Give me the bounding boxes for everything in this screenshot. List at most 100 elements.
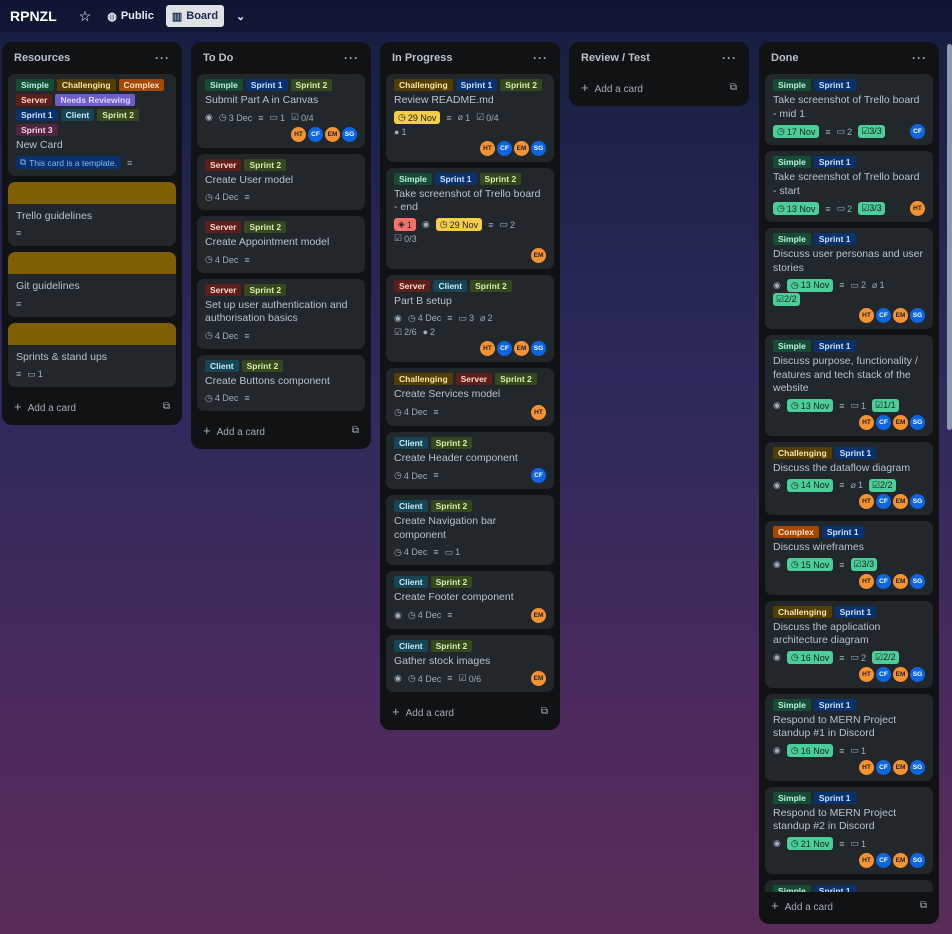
card-discuss-purpose[interactable]: Simple Sprint 1 Discuss purpose, function…: [765, 335, 933, 436]
avatar[interactable]: SG: [531, 140, 546, 156]
card-partial[interactable]: Simple Sprint 1: [765, 879, 933, 892]
avatar[interactable]: CF: [531, 468, 546, 483]
avatar[interactable]: HT: [859, 494, 874, 509]
list-menu-icon[interactable]: ···: [722, 51, 737, 65]
avatar[interactable]: SG: [910, 308, 925, 323]
list-menu-icon[interactable]: ···: [912, 51, 927, 65]
list-title[interactable]: To Do: [203, 52, 233, 64]
card-services-model[interactable]: Challenging Server Sprint 2 Create Service…: [386, 368, 554, 426]
add-card-button[interactable]: + Add a card ⧉: [8, 393, 176, 419]
avatar[interactable]: EM: [893, 759, 908, 775]
avatar[interactable]: HT: [910, 201, 925, 216]
avatar[interactable]: CF: [876, 494, 891, 509]
avatar[interactable]: HT: [291, 126, 306, 142]
avatar[interactable]: EM: [514, 341, 529, 356]
avatar[interactable]: HT: [859, 308, 874, 323]
template-icon[interactable]: ⧉: [352, 425, 359, 436]
list-title[interactable]: Review / Test: [581, 52, 650, 64]
card-screenshot-end[interactable]: Simple Sprint 1 Sprint 2 Take screenshot o…: [386, 167, 554, 269]
template-icon[interactable]: ⧉: [920, 900, 927, 911]
template-icon[interactable]: ⧉: [163, 401, 170, 412]
card-part-b-setup[interactable]: Server Client Sprint 2 Part B setup ◉ ◷ 4 De…: [386, 274, 554, 362]
add-card-button[interactable]: + Add a card ⧉: [575, 74, 743, 100]
avatar[interactable]: HT: [480, 341, 495, 356]
board-name[interactable]: RPNZL: [10, 8, 57, 24]
board-view-button[interactable]: ▥ Board: [165, 5, 225, 27]
card-standup-1[interactable]: Simple Sprint 1 Respond to MERN Project s…: [765, 693, 933, 781]
card-architecture-diagram[interactable]: Challenging Sprint 1 Discuss the applicat…: [765, 600, 933, 688]
card-buttons-component[interactable]: Client Sprint 2 Create Buttons component …: [197, 354, 365, 411]
avatar[interactable]: HT: [531, 404, 546, 420]
card-trello-guidelines[interactable]: Trello guidelines ≡: [8, 181, 176, 246]
card-screenshot-start[interactable]: Simple Sprint 1 Take screenshot of Trello…: [765, 151, 933, 222]
avatar[interactable]: CF: [876, 852, 891, 868]
card-header-component[interactable]: Client Sprint 2 Create Header component ◷…: [386, 431, 554, 489]
list-menu-icon[interactable]: ···: [155, 51, 170, 65]
avatar[interactable]: HT: [480, 140, 495, 156]
card-screenshot-mid[interactable]: Simple Sprint 1 Take screenshot of Trello…: [765, 74, 933, 145]
avatar[interactable]: EM: [893, 573, 908, 589]
list-menu-icon[interactable]: ···: [344, 51, 359, 65]
avatar[interactable]: SG: [342, 126, 357, 142]
card-standup-2[interactable]: Simple Sprint 1 Respond to MERN Project s…: [765, 786, 933, 874]
card-wireframes[interactable]: Complex Sprint 1 Discuss wireframes ◉ ◷ 15 …: [765, 521, 933, 595]
avatar[interactable]: HT: [859, 573, 874, 589]
card-create-appointment-model[interactable]: Server Sprint 2 Create Appointment model …: [197, 216, 365, 273]
list-menu-icon[interactable]: ···: [533, 51, 548, 65]
avatar[interactable]: SG: [531, 341, 546, 356]
avatar[interactable]: SG: [910, 759, 925, 775]
avatar[interactable]: CF: [876, 308, 891, 323]
avatar[interactable]: SG: [910, 494, 925, 509]
avatar[interactable]: CF: [876, 759, 891, 775]
card-dataflow-diagram[interactable]: Challenging Sprint 1 Discuss the dataflow…: [765, 441, 933, 515]
avatar[interactable]: CF: [876, 414, 891, 430]
avatar[interactable]: SG: [910, 573, 925, 589]
avatar[interactable]: EM: [893, 308, 908, 323]
card-new-card[interactable]: Simple Challenging Complex Server Needs …: [8, 74, 176, 176]
avatar[interactable]: EM: [514, 140, 529, 156]
avatar[interactable]: SG: [910, 852, 925, 868]
card-user-personas[interactable]: Simple Sprint 1 Discuss user personas and…: [765, 228, 933, 329]
template-icon[interactable]: ⧉: [541, 706, 548, 717]
list-title[interactable]: Resources: [14, 52, 70, 64]
done-list-scrollbar[interactable]: [947, 44, 952, 430]
avatar[interactable]: HT: [859, 666, 874, 682]
card-navbar-component[interactable]: Client Sprint 2 Create Navigation bar com…: [386, 495, 554, 565]
card-submit-part-a[interactable]: Simple Sprint 1 Sprint 2 Submit Part A in …: [197, 74, 365, 148]
avatar[interactable]: CF: [876, 666, 891, 682]
card-stock-images[interactable]: Client Sprint 2 Gather stock images ◉ ◷ 4 D…: [386, 634, 554, 692]
avatar[interactable]: EM: [531, 247, 546, 263]
avatar[interactable]: EM: [893, 414, 908, 430]
avatar[interactable]: SG: [910, 414, 925, 430]
list-title[interactable]: Done: [771, 52, 799, 64]
avatar[interactable]: EM: [325, 126, 340, 142]
template-icon[interactable]: ⧉: [730, 82, 737, 93]
avatar[interactable]: EM: [531, 671, 546, 686]
avatar[interactable]: HT: [859, 852, 874, 868]
card-user-auth[interactable]: Server Sprint 2 Set up user authenticatio…: [197, 278, 365, 349]
list-title[interactable]: In Progress: [392, 52, 453, 64]
card-sprints[interactable]: Sprints & stand ups ≡ ▭ 1: [8, 322, 176, 387]
card-create-user-model[interactable]: Server Sprint 2 Create User model ◷ 4 Dec ≡: [197, 153, 365, 210]
visibility-button[interactable]: ◍ Public: [101, 5, 160, 27]
star-icon[interactable]: ☆: [79, 8, 92, 25]
avatar[interactable]: HT: [859, 759, 874, 775]
add-card-button[interactable]: + Add a card ⧉: [765, 892, 933, 918]
avatar[interactable]: EM: [531, 607, 546, 623]
avatar[interactable]: CF: [497, 341, 512, 356]
add-card-button[interactable]: + Add a card ⧉: [386, 698, 554, 724]
avatar[interactable]: EM: [893, 494, 908, 509]
add-card-button[interactable]: + Add a card ⧉: [197, 417, 365, 443]
avatar[interactable]: CF: [308, 126, 323, 142]
avatar[interactable]: SG: [910, 666, 925, 682]
avatar[interactable]: CF: [910, 124, 925, 139]
card-git-guidelines[interactable]: Git guidelines ≡: [8, 252, 176, 317]
avatar[interactable]: CF: [497, 140, 512, 156]
avatar[interactable]: EM: [893, 852, 908, 868]
card-footer-component[interactable]: Client Sprint 2 Create Footer component ◉…: [386, 571, 554, 629]
avatar[interactable]: CF: [876, 573, 891, 589]
card-review-readme[interactable]: Challenging Sprint 1 Sprint 2 Review READM…: [386, 74, 554, 162]
avatar[interactable]: EM: [893, 666, 908, 682]
chevron-down-icon[interactable]: ⌄: [230, 5, 251, 27]
avatar[interactable]: HT: [859, 414, 874, 430]
